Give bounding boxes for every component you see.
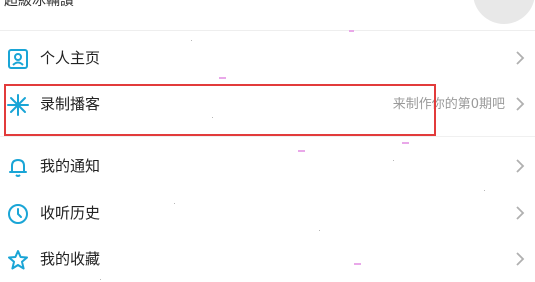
artifact-dot <box>393 160 394 161</box>
chevron-right-icon <box>516 206 525 220</box>
menu-item-record-podcast[interactable]: 录制播客 来制作你的第0期吧 <box>0 81 535 127</box>
artifact-dot <box>191 40 192 41</box>
chevron-right-icon <box>516 51 525 65</box>
artifact-dot <box>319 230 320 231</box>
menu-item-hint: 来制作你的第0期吧 <box>392 97 505 112</box>
artifact-mark <box>298 150 305 152</box>
chevron-right-icon <box>516 252 525 266</box>
menu-item-history[interactable]: 收听历史 <box>0 190 535 236</box>
menu-item-label: 收听历史 <box>40 204 101 222</box>
section-divider <box>0 136 535 137</box>
chevron-right-icon <box>516 159 525 173</box>
artifact-mark <box>354 263 361 265</box>
artifact-dot <box>484 190 485 191</box>
artifact-mark <box>219 77 226 79</box>
menu-item-profile[interactable]: 个人主页 <box>0 35 535 81</box>
artifact-mark <box>402 142 409 144</box>
divider <box>0 30 535 31</box>
menu-item-label: 我的通知 <box>40 157 101 175</box>
profile-icon <box>8 49 28 69</box>
chevron-right-icon <box>516 97 525 111</box>
sparkle-icon <box>7 94 29 116</box>
clock-icon <box>8 204 28 224</box>
star-icon <box>8 250 28 270</box>
menu-item-notifications[interactable]: 我的通知 <box>0 143 535 189</box>
menu-item-favorites[interactable]: 我的收藏 <box>0 236 535 282</box>
header-partial-text: 超級冰輛讚 <box>4 0 74 9</box>
artifact-dot <box>212 117 213 118</box>
artifact-dot <box>100 279 101 280</box>
menu-item-label: 个人主页 <box>40 49 101 67</box>
top-strip: 超級冰輛讚 <box>0 0 535 22</box>
menu-item-label: 我的收藏 <box>40 250 101 268</box>
menu-item-label: 录制播客 <box>40 95 101 113</box>
bell-icon <box>9 159 27 177</box>
artifact-mark <box>349 30 354 32</box>
artifact-dot <box>174 203 175 204</box>
